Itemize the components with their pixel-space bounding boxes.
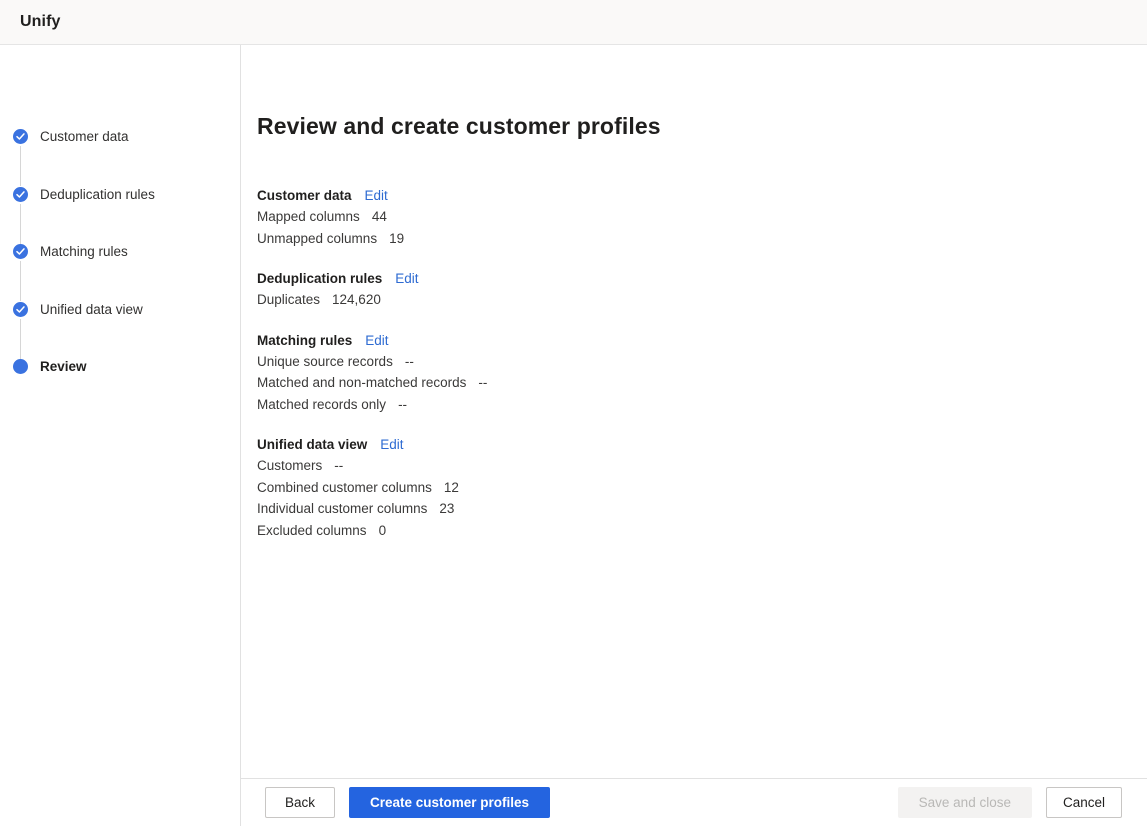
metric-label: Unmapped columns xyxy=(257,228,377,250)
metric-value: 0 xyxy=(379,520,387,542)
summary-group-header: Unified data view Edit xyxy=(257,437,1147,452)
summary-group-header: Deduplication rules Edit xyxy=(257,271,1147,286)
page-shell: Customer data Deduplication rules Matching… xyxy=(0,45,1147,826)
metric-value: -- xyxy=(405,351,414,373)
app-header: Unify xyxy=(0,0,1147,45)
metric-value: 19 xyxy=(389,228,404,250)
wizard-step-customer-data[interactable]: Customer data xyxy=(13,129,240,187)
edit-link[interactable]: Edit xyxy=(365,188,388,203)
save-and-close-button: Save and close xyxy=(898,787,1032,818)
wizard-sidebar: Customer data Deduplication rules Matching… xyxy=(0,45,241,826)
page-title: Review and create customer profiles xyxy=(257,113,1147,140)
metric-label: Duplicates xyxy=(257,289,320,311)
summary-metric-row: Unmapped columns 19 xyxy=(257,228,1147,250)
step-label: Deduplication rules xyxy=(40,187,155,202)
step-connector-line xyxy=(20,319,21,359)
check-icon xyxy=(13,129,28,144)
metric-label: Individual customer columns xyxy=(257,498,427,520)
metric-label: Excluded columns xyxy=(257,520,367,542)
summary-group: Matching rulesEditUnique source records-… xyxy=(257,333,1147,416)
metric-label: Matched and non-matched records xyxy=(257,372,466,394)
metric-value: 44 xyxy=(372,206,387,228)
edit-link[interactable]: Edit xyxy=(380,437,403,452)
edit-link[interactable]: Edit xyxy=(365,333,388,348)
dot-icon xyxy=(13,359,28,374)
metric-value: 23 xyxy=(439,498,454,520)
metric-label: Customers xyxy=(257,455,322,477)
cancel-button[interactable]: Cancel xyxy=(1046,787,1122,818)
summary-group: Deduplication rules Edit Duplicates 124,620 xyxy=(257,271,1147,311)
metric-value: -- xyxy=(334,455,343,477)
summary-metric-row: Customers -- xyxy=(257,455,1147,477)
summary-metric-row: Unique source records -- xyxy=(257,351,1147,373)
step-marker xyxy=(13,359,28,374)
create-customer-profiles-button[interactable]: Create customer profiles xyxy=(349,787,550,818)
step-label: Matching rules xyxy=(40,244,128,259)
step-label: Customer data xyxy=(40,129,129,144)
summary-metric-row: Duplicates 124,620 xyxy=(257,289,1147,311)
wizard-step-review[interactable]: Review xyxy=(13,359,240,374)
wizard-step-matching-rules[interactable]: Matching rules xyxy=(13,244,240,302)
summary-metric-row: Matched records only -- xyxy=(257,394,1147,416)
wizard-step-unified-data-view[interactable]: Unified data view xyxy=(13,302,240,360)
check-icon xyxy=(13,302,28,317)
wizard-step-deduplication-rules[interactable]: Deduplication rules xyxy=(13,187,240,245)
step-connector-line xyxy=(20,204,21,244)
main-content: Review and create customer profiles Cust… xyxy=(241,45,1147,826)
summary-group-title: Unified data view xyxy=(257,437,367,452)
metric-label: Combined customer columns xyxy=(257,477,432,499)
step-marker xyxy=(13,302,28,317)
summary-group-header: Customer data Edit xyxy=(257,188,1147,203)
metric-label: Matched records only xyxy=(257,394,386,416)
step-marker xyxy=(13,129,28,144)
summary-metric-row: Mapped columns 44 xyxy=(257,206,1147,228)
footer-left-actions: Back Create customer profiles xyxy=(265,787,550,818)
summary-group-title: Customer data xyxy=(257,188,352,203)
footer-right-actions: Save and close Cancel xyxy=(898,787,1122,818)
review-summary: Customer data Edit Mapped columns 44Unmappe… xyxy=(257,188,1147,541)
step-label: Review xyxy=(40,359,87,374)
metric-value: 12 xyxy=(444,477,459,499)
summary-group-title: Deduplication rules xyxy=(257,271,382,286)
summary-metric-row: Excluded columns 0 xyxy=(257,520,1147,542)
summary-metric-row: Individual customer columns 23 xyxy=(257,498,1147,520)
metric-value: -- xyxy=(478,372,487,394)
summary-group: Customer data Edit Mapped columns 44Unmappe… xyxy=(257,188,1147,249)
summary-group-title: Matching rules xyxy=(257,333,352,348)
check-icon xyxy=(13,187,28,202)
back-button[interactable]: Back xyxy=(265,787,335,818)
summary-group-header: Matching rules Edit xyxy=(257,333,1147,348)
metric-value: 124,620 xyxy=(332,289,381,311)
step-connector-line xyxy=(20,146,21,186)
check-icon xyxy=(13,244,28,259)
step-connector-line xyxy=(20,261,21,301)
wizard-stepper: Customer data Deduplication rules Matching… xyxy=(0,129,240,374)
app-title: Unify xyxy=(20,13,61,31)
edit-link[interactable]: Edit xyxy=(395,271,418,286)
summary-group: Unified data view Edit Customers --Combined… xyxy=(257,437,1147,541)
metric-label: Mapped columns xyxy=(257,206,360,228)
metric-value: -- xyxy=(398,394,407,416)
summary-metric-row: Combined customer columns 12 xyxy=(257,477,1147,499)
metric-label: Unique source records xyxy=(257,351,393,373)
step-label: Unified data view xyxy=(40,302,143,317)
summary-metric-row: Matched and non-matched records -- xyxy=(257,372,1147,394)
step-marker xyxy=(13,244,28,259)
step-marker xyxy=(13,187,28,202)
wizard-footer: Back Create customer profiles Save and c… xyxy=(241,778,1147,826)
